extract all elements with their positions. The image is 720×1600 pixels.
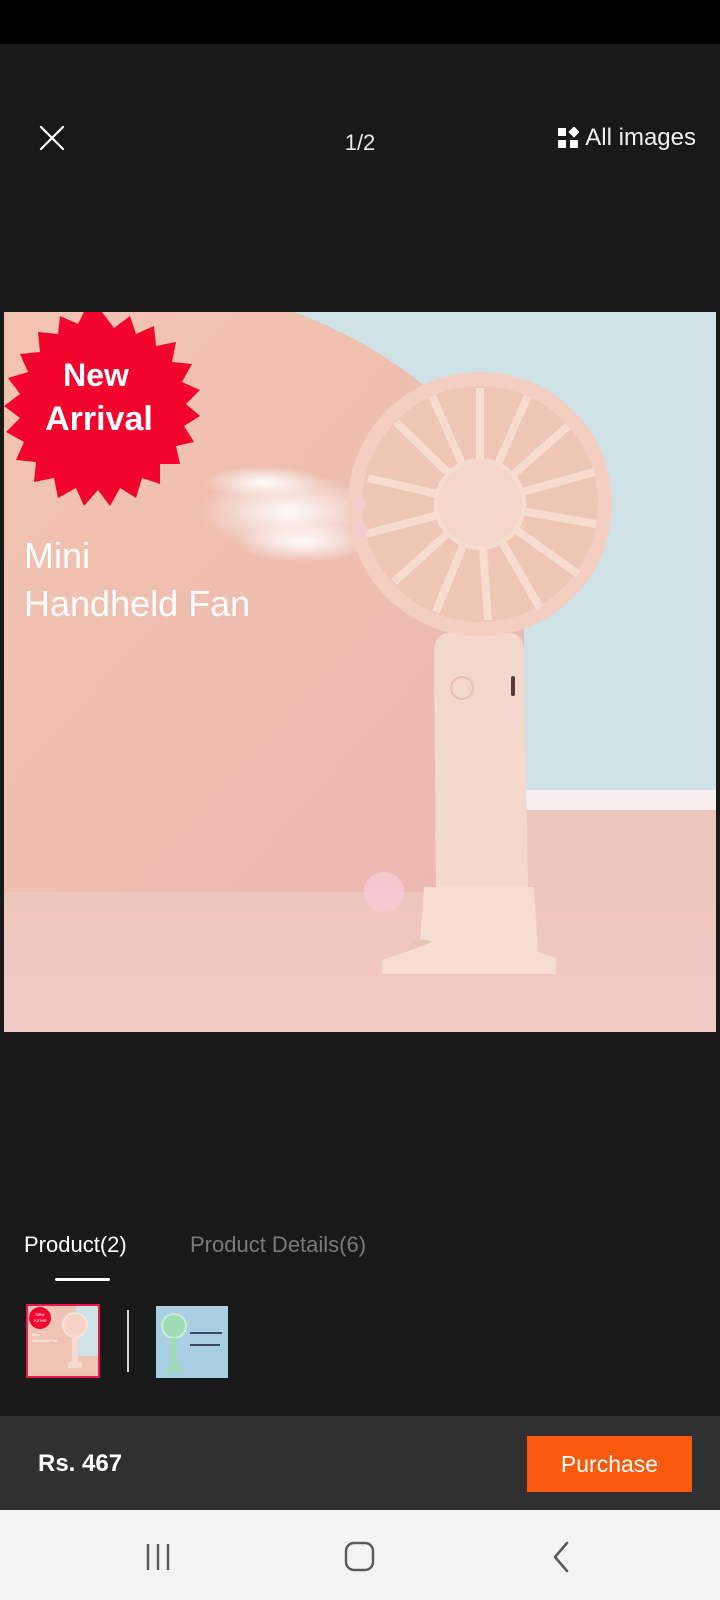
thumbnail-strip: New Arrival Mini Handheld Fan (0, 1304, 720, 1380)
tab-bar: Product(2) Product Details(6) (0, 1232, 720, 1292)
caption-line2: Handheld Fan (24, 583, 250, 624)
thumb-badge-line1: New (35, 1312, 45, 1317)
status-bar (0, 0, 720, 44)
grid-icon (558, 127, 580, 148)
system-nav-bar (0, 1510, 720, 1600)
badge-line1: New (63, 357, 129, 393)
recents-icon (146, 1544, 170, 1570)
thumbnail-separator (127, 1310, 129, 1372)
badge-line2: Arrival (45, 400, 153, 438)
thumbnail-1[interactable]: New Arrival Mini Handheld Fan (26, 1304, 100, 1378)
price: Rs. 467 (38, 1450, 123, 1477)
home-icon (344, 1541, 375, 1572)
tab-product[interactable]: Product(2) (24, 1232, 127, 1258)
home-button[interactable] (340, 1538, 380, 1578)
thumb-caption-line2: Handheld Fan (32, 1338, 57, 1343)
thumb-caption-line1: Mini (32, 1332, 39, 1337)
all-images-label: All images (585, 124, 696, 151)
thumbnail-2[interactable] (156, 1306, 228, 1378)
caption-line1: Mini (24, 535, 90, 576)
back-button[interactable] (545, 1538, 585, 1578)
viewer-header: 1/2 All images (0, 100, 720, 180)
active-tab-indicator (55, 1278, 110, 1281)
tab-product-details[interactable]: Product Details(6) (190, 1232, 366, 1258)
purchase-button[interactable]: Purchase (527, 1436, 692, 1492)
back-icon (553, 1541, 569, 1573)
all-images-button[interactable]: All images (557, 124, 696, 152)
purchase-bar: Rs. 467 Purchase (0, 1416, 720, 1510)
thumb-badge-line2: Arrival (34, 1318, 47, 1323)
recents-button[interactable] (140, 1538, 180, 1578)
product-image[interactable]: New Arrival Mini Handheld Fan (4, 312, 716, 1032)
